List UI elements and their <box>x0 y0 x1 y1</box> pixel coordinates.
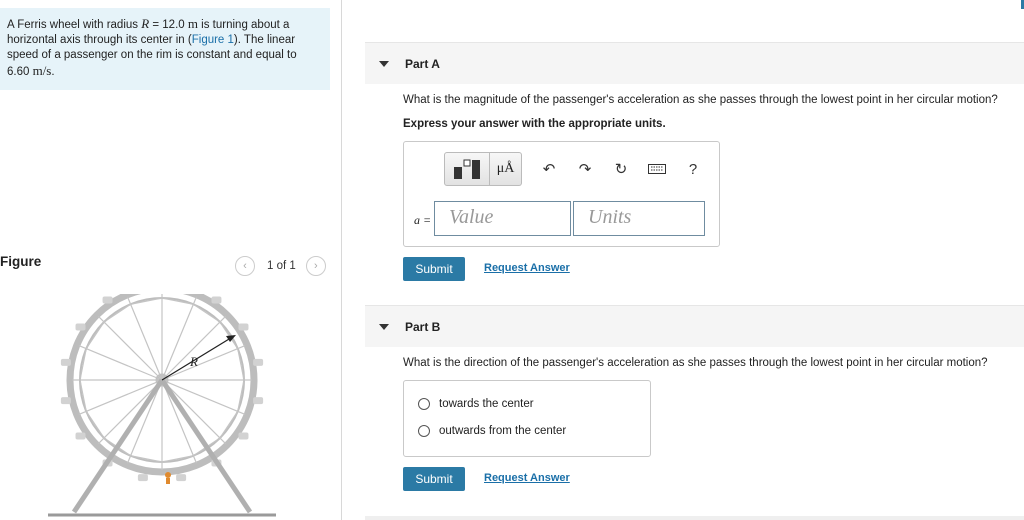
choice-label: outwards from the center <box>439 425 567 437</box>
part-b-submit-button[interactable]: Submit <box>403 467 465 491</box>
part-b-title: Part B <box>405 319 441 334</box>
variable-label: a = <box>414 213 432 227</box>
radio-button[interactable] <box>418 425 430 437</box>
part-a-request-answer-link[interactable]: Request Answer <box>484 262 570 274</box>
choice-option[interactable]: towards the center <box>418 398 534 410</box>
units-input[interactable]: Units <box>573 201 705 236</box>
problem-text: = 12.0 <box>149 19 188 31</box>
problem-statement: A Ferris wheel with radius R = 12.0 m is… <box>0 8 330 90</box>
gondola <box>253 397 264 405</box>
gondola <box>238 323 249 331</box>
answer-box: μÅ ↶ ↷ ↻ ? a = Value Units <box>403 141 720 247</box>
gondola <box>137 474 148 482</box>
right-panel: Part A What is the magnitude of the pass… <box>365 0 1024 520</box>
radius-arrow <box>161 335 235 381</box>
part-a-submit-button[interactable]: Submit <box>403 257 465 281</box>
figure-nav: ‹ 1 of 1 › <box>235 256 326 276</box>
gondola <box>102 296 113 304</box>
template-button[interactable] <box>444 152 490 186</box>
gondola <box>238 432 249 440</box>
collapse-caret-icon[interactable] <box>379 60 389 67</box>
passenger-icon <box>165 472 171 478</box>
choice-list: towards the center outwards from the cen… <box>403 380 651 457</box>
part-b-question: What is the direction of the passenger's… <box>403 357 988 369</box>
wheel-spoke <box>161 315 227 381</box>
undo-icon[interactable]: ↶ <box>538 160 560 178</box>
gondola <box>75 323 86 331</box>
figure-counter: 1 of 1 <box>267 260 296 272</box>
part-a-instruction: Express your answer with the appropriate… <box>403 118 666 130</box>
gondola <box>60 397 71 405</box>
radius-label: R <box>189 354 198 369</box>
part-a-header[interactable]: Part A <box>365 42 1024 84</box>
part-b-header[interactable]: Part B <box>365 305 1024 347</box>
problem-text: A Ferris wheel with radius <box>7 19 142 31</box>
figure-heading: Figure <box>0 254 42 269</box>
value-input[interactable]: Value <box>434 201 571 236</box>
gondola <box>253 358 264 366</box>
unit-m: m <box>187 16 198 31</box>
help-icon[interactable]: ? <box>682 161 704 178</box>
section-divider <box>365 516 1024 520</box>
radius-var: R <box>141 16 150 31</box>
redo-icon[interactable]: ↷ <box>574 160 596 178</box>
left-panel: A Ferris wheel with radius R = 12.0 m is… <box>0 0 342 520</box>
chevron-right-icon[interactable]: › <box>305 256 326 276</box>
support-leg-left <box>71 378 165 514</box>
gondola <box>176 474 187 482</box>
reset-icon[interactable]: ↻ <box>610 160 632 178</box>
gondola <box>75 432 86 440</box>
figure-link[interactable]: Figure 1 <box>192 34 234 46</box>
units-button[interactable]: μÅ <box>490 152 522 186</box>
choice-option[interactable]: outwards from the center <box>418 425 566 437</box>
keyboard-icon[interactable] <box>646 161 668 178</box>
gondola <box>211 296 222 304</box>
chevron-left-icon[interactable]: ‹ <box>235 256 255 276</box>
part-b-request-answer-link[interactable]: Request Answer <box>484 472 570 484</box>
ferris-wheel-figure: R <box>48 294 276 517</box>
collapse-caret-icon[interactable] <box>379 323 389 330</box>
part-a-question: What is the magnitude of the passenger's… <box>403 94 998 106</box>
part-a-title: Part A <box>405 56 440 71</box>
template-icon <box>454 159 480 179</box>
radio-button[interactable] <box>418 398 430 410</box>
math-toolbar: μÅ ↶ ↷ ↻ ? <box>444 152 704 186</box>
wheel-spoke <box>97 379 163 445</box>
gondola <box>60 358 71 366</box>
support-leg-right <box>159 378 253 514</box>
wheel-spoke <box>161 379 227 445</box>
wheel-spoke <box>97 315 163 381</box>
speed-value: 6.60 <box>7 66 33 78</box>
speed-unit: m/s <box>32 63 52 78</box>
problem-text: . <box>51 66 55 78</box>
choice-label: towards the center <box>439 398 534 410</box>
